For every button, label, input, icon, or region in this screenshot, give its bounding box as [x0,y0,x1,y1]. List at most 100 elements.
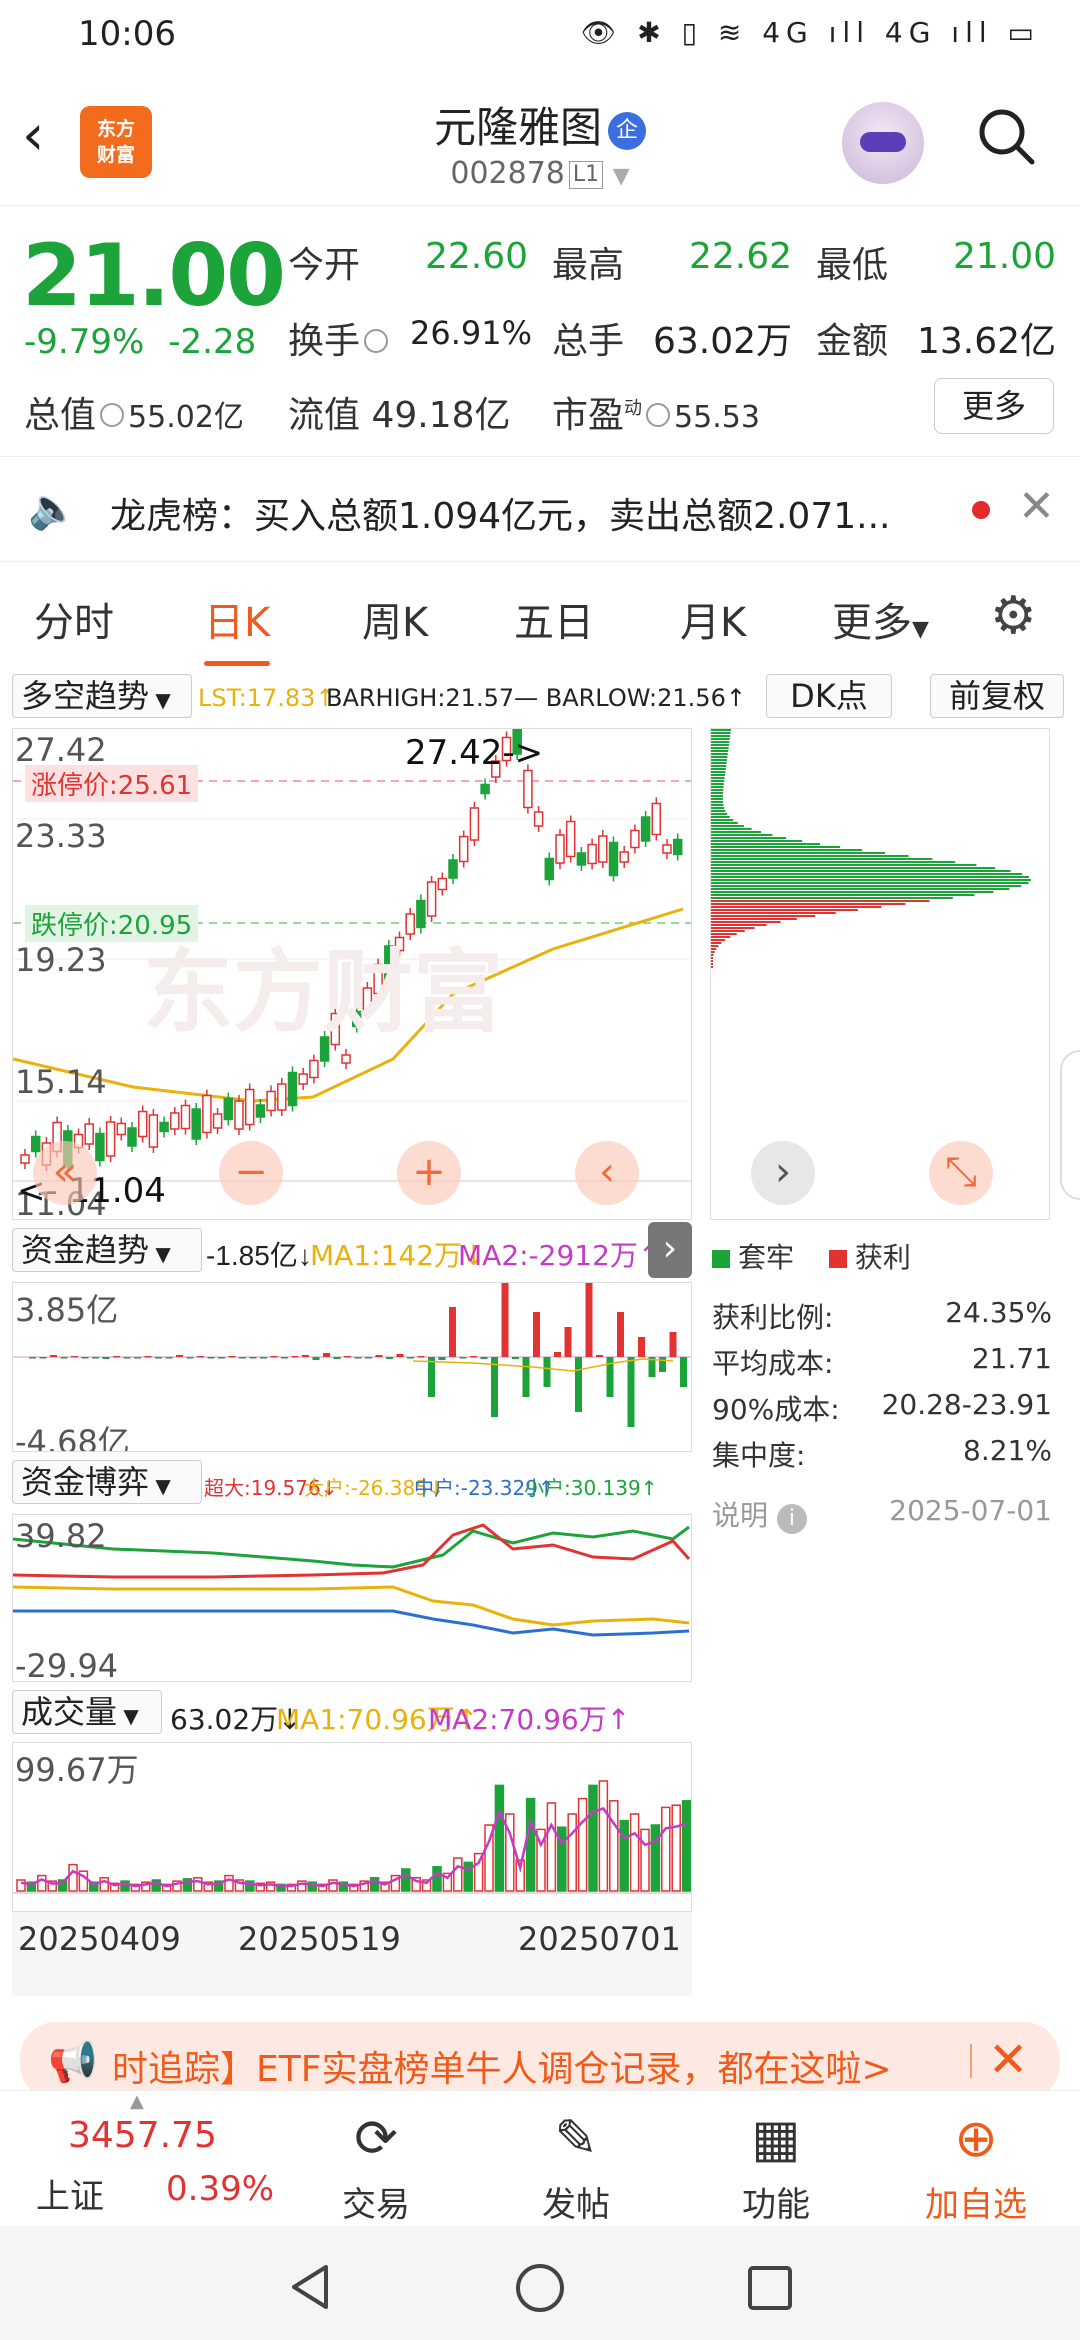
chip-bar [711,729,731,731]
tab-intraday[interactable]: 分时 [34,590,114,648]
chip-bar [711,747,729,749]
nav-function[interactable]: ▦ 功能 [706,2091,846,2226]
nav-trade[interactable]: ⟳ 交易 [306,2091,446,2226]
fund-bar [638,1337,645,1357]
fund-game-select[interactable]: 资金博弈 ▼ [12,1460,202,1504]
search-icon[interactable] [976,106,1036,166]
chip-bar [711,825,744,827]
index-ticker[interactable]: ▲ 3457.75 上证 0.39% [0,2091,280,2227]
fund-bar [491,1357,498,1417]
rewind-button[interactable]: « [33,1141,97,1205]
fund-bar [533,1312,540,1357]
fund-bar [239,1357,246,1359]
tab-more[interactable]: 更多▼ [832,590,929,648]
volume-bar [598,1780,609,1892]
adjust-mode-button[interactable]: 前复权 [930,674,1064,718]
assistant-avatar[interactable] [842,102,924,184]
chip-bar [711,834,773,836]
fund-game-chart[interactable]: 39.82 -29.94 [12,1514,692,1682]
fund-bar [302,1355,309,1357]
dk-point-button[interactable]: DK点 [766,674,892,718]
nav-post[interactable]: ✎ 发帖 [506,2091,646,2226]
zoom-in-button[interactable]: + [397,1141,461,1205]
fund-bar [417,1356,425,1358]
candle [576,852,587,866]
tab-weekly-k[interactable]: 周K [362,590,428,648]
volume-bar [37,1874,47,1892]
y-axis-2: 23.33 [15,817,107,855]
dropdown-icon: ▼ [117,1704,139,1728]
fund-bar [459,1357,467,1359]
volume-select[interactable]: 成交量 ▼ [12,1690,162,1734]
fund-bar [543,1357,551,1387]
float-value: 49.18亿 [371,395,511,436]
candle [287,1071,298,1107]
chip-bar [711,912,836,914]
fund-bar [375,1355,383,1357]
promo-banner[interactable]: 📢 时追踪】ETF实盘榜单牛人调仓记录，都在这啦> ✕ [20,2022,1060,2100]
chip-bar [711,741,730,743]
chip-bar [711,879,1031,881]
chip-bar [711,936,731,938]
chip-bar [711,888,1010,890]
candle [191,1108,201,1140]
expand-icon[interactable]: ⤡ [929,1141,993,1205]
chip-bar [711,918,797,920]
candle [30,1135,41,1153]
back-triangle-icon[interactable] [286,2262,336,2312]
recents-square-icon[interactable] [746,2264,794,2312]
candle [565,820,576,858]
close-icon[interactable]: ✕ [988,2032,1028,2088]
dragon-tiger-notice[interactable]: 🔈 龙虎榜：买入总额1.094亿元，卖出总额2.071... ✕ [0,456,1080,562]
chip-bar [711,864,977,866]
chip-bar [711,783,724,785]
date-axis: 20250409 20250519 20250701 [12,1912,692,1996]
tab-daily-k[interactable]: 日K [204,590,271,666]
tab-monthly-k[interactable]: 月K [680,590,746,648]
volume-chart[interactable]: 99.67万 [12,1742,692,1912]
zoom-out-button[interactable]: − [219,1141,283,1205]
close-icon[interactable]: ✕ [1018,481,1055,532]
fund-bar [428,1357,435,1397]
side-drawer-handle[interactable] [1060,1050,1080,1200]
info-icon[interactable] [364,329,389,353]
fund-bar [470,1356,477,1358]
kline-chart[interactable]: 东方财富 27.42 23.33 19.23 15.14 11.04 涨停价:2… [12,728,692,1220]
scroll-left-button[interactable]: ‹ [575,1141,639,1205]
chip-distribution[interactable]: › ⤡ [710,728,1050,1220]
candle [105,1121,116,1157]
fund-bar [438,1357,446,1360]
chip-bar [711,945,719,947]
indicator-select[interactable]: 多空趋势 ▼ [12,674,192,718]
small-holder-line [13,1525,690,1569]
chip-bar [711,900,930,902]
lst-value: LST:17.83↑ [198,684,336,712]
fund-bar [564,1327,572,1357]
amount-value: 13.62亿 [916,321,1056,362]
fund-bar [134,1357,141,1359]
chip-next-button[interactable]: › [751,1141,815,1205]
fund-bar [522,1357,530,1397]
unread-dot [972,501,990,519]
fund-trend-select[interactable]: 资金趋势 ▼ [12,1228,202,1272]
info-icon[interactable]: i [776,1504,807,1534]
tab-five-day[interactable]: 五日 [514,590,594,648]
fund-bar [281,1357,288,1359]
info-icon[interactable] [646,403,671,427]
fund-trend-chart[interactable]: 3.85亿 -4.68亿 [12,1282,692,1452]
add-watchlist-button[interactable]: ⊕ 加自选 [906,2091,1046,2226]
edit-icon: ✎ [554,2109,598,2169]
open-label: 今开 [288,245,361,286]
gear-icon[interactable]: ⚙ [990,586,1037,646]
fund-bar [501,1283,509,1357]
fund-bar [270,1356,278,1358]
fund-bar [60,1357,68,1359]
chip-bar [711,744,730,746]
info-icon[interactable] [100,403,125,427]
fund-bar [92,1357,99,1359]
home-circle-icon[interactable] [514,2262,566,2314]
amount-label: 金额 [816,321,889,362]
more-button[interactable]: 更多 [934,378,1054,434]
chevron-right-icon[interactable]: › [648,1222,692,1278]
high-label: 最高 [552,245,625,286]
